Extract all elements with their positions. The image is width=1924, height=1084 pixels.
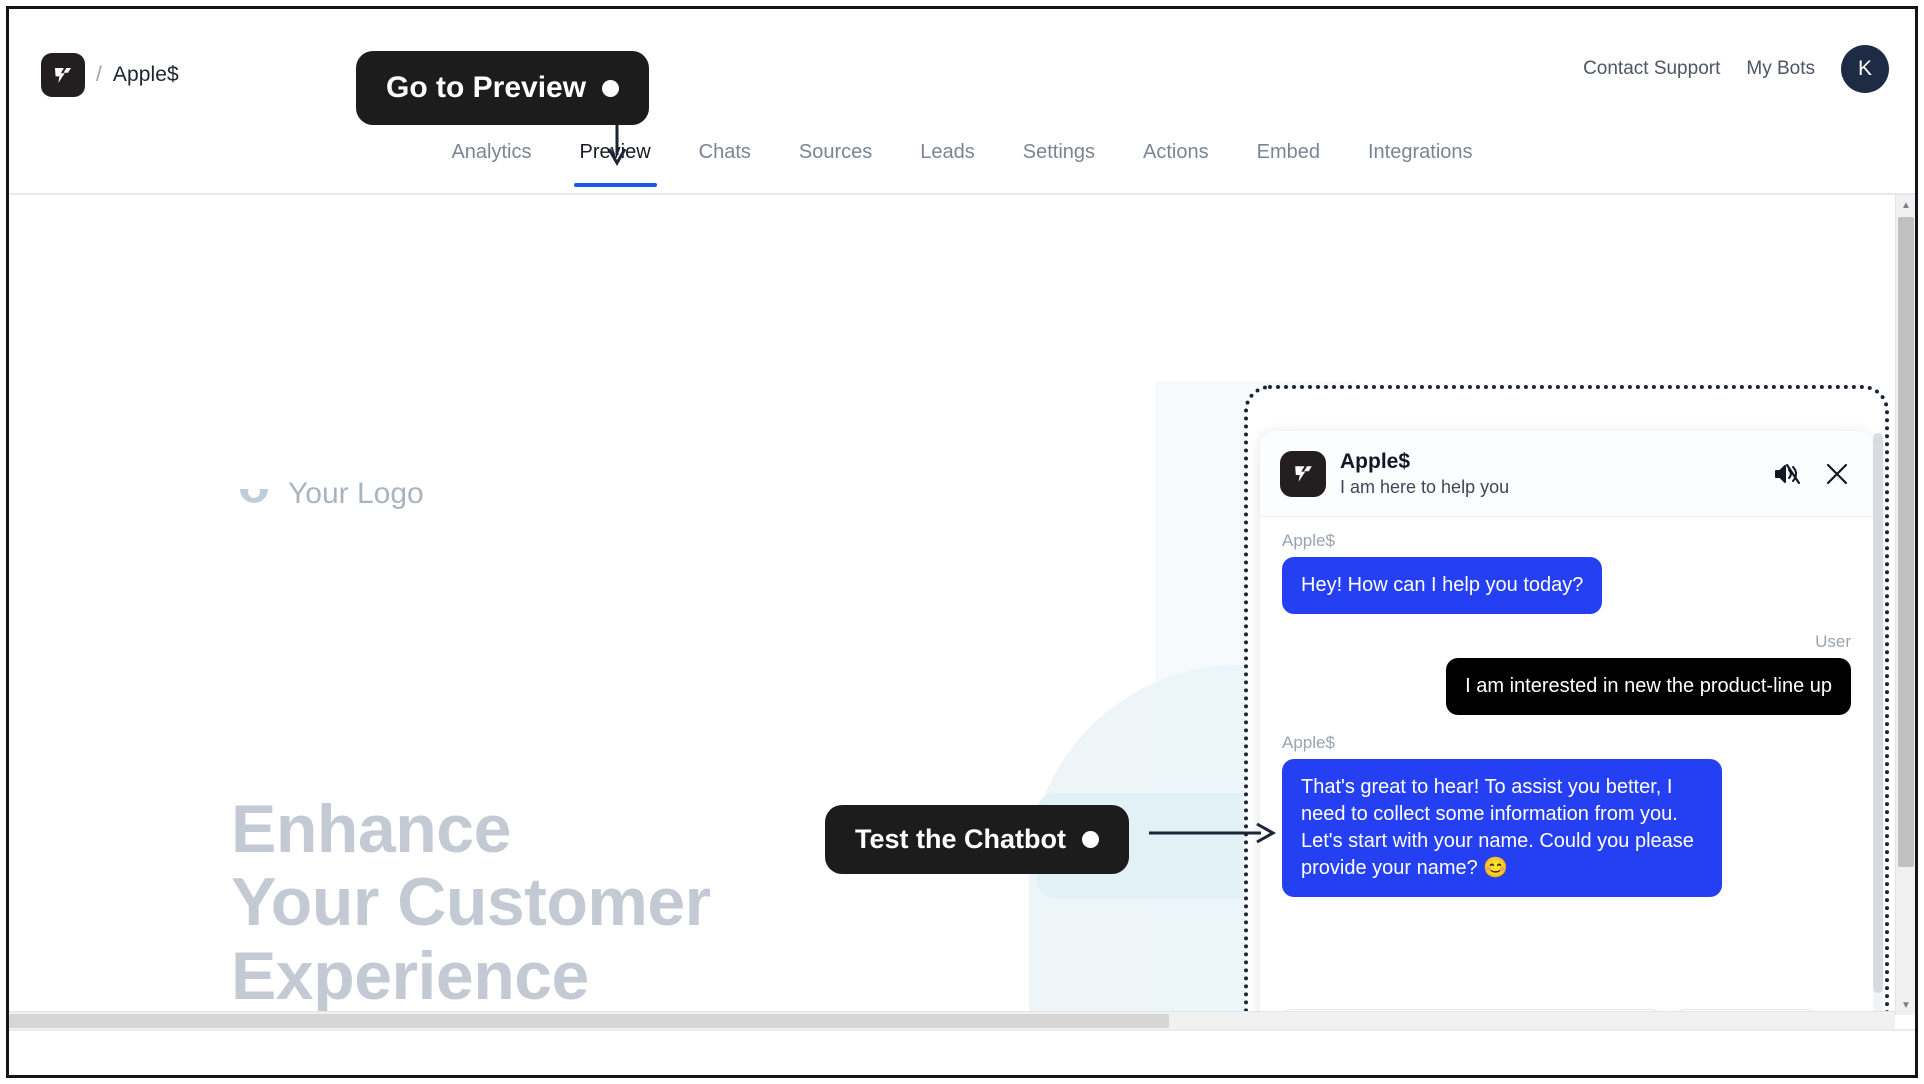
horizontal-scrollbar[interactable] bbox=[9, 1011, 1895, 1029]
chat-widget-scrollbar[interactable] bbox=[1873, 433, 1883, 1015]
water-drop-logo-icon bbox=[237, 477, 271, 511]
chat-widget-avatar-icon bbox=[1280, 450, 1326, 497]
app-window: / Apple$ Contact Support My Bots K Analy… bbox=[6, 6, 1918, 1078]
thinkstack-logo-icon[interactable] bbox=[41, 53, 85, 97]
callout-chatbot-label: Test the Chatbot bbox=[855, 824, 1066, 854]
callout-dot-icon bbox=[602, 79, 620, 97]
page-title: Enhance Your Customer Experience bbox=[231, 791, 711, 1014]
scroll-up-arrow-icon[interactable]: ▲ bbox=[1896, 195, 1915, 215]
chat-widget-title: Apple$ bbox=[1340, 449, 1411, 473]
tab-sources[interactable]: Sources bbox=[775, 141, 896, 193]
chat-message-sender: Apple$ bbox=[1282, 531, 1335, 550]
chat-widget-subtitle: I am here to help you bbox=[1340, 476, 1510, 497]
chat-message-sender: Apple$ bbox=[1282, 733, 1335, 752]
avatar[interactable]: K bbox=[1841, 45, 1889, 93]
scroll-down-arrow-icon[interactable]: ▼ bbox=[1896, 995, 1915, 1015]
breadcrumb-separator: / bbox=[96, 63, 102, 86]
tab-leads[interactable]: Leads bbox=[896, 141, 999, 193]
chat-message-sender: User bbox=[1815, 632, 1851, 651]
app-header: / Apple$ Contact Support My Bots K bbox=[9, 9, 1915, 119]
site-logo-text: Your Logo bbox=[288, 477, 424, 510]
my-bots-link[interactable]: My Bots bbox=[1746, 58, 1815, 80]
hero-line-2: Your Customer bbox=[231, 864, 711, 941]
chat-widget: Apple$ I am here to help you Apple$ Hey!… bbox=[1260, 431, 1873, 1015]
chat-message-list[interactable]: Apple$ Hey! How can I help you today? Us… bbox=[1260, 517, 1873, 1009]
hero-line-1: Enhance bbox=[231, 791, 511, 867]
primary-nav: Analytics Preview Chats Sources Leads Se… bbox=[9, 141, 1915, 193]
hero-line-3: Experience bbox=[231, 937, 589, 1014]
horizontal-scrollbar-thumb[interactable] bbox=[9, 1014, 1169, 1028]
tab-actions[interactable]: Actions bbox=[1119, 141, 1233, 193]
contact-support-link[interactable]: Contact Support bbox=[1583, 58, 1720, 80]
vertical-scrollbar-thumb[interactable] bbox=[1898, 217, 1914, 867]
chat-message: Apple$ Hey! How can I help you today? bbox=[1282, 531, 1851, 614]
breadcrumb-bot-name: Apple$ bbox=[112, 63, 179, 86]
chat-message-bubble: That's great to hear! To assist you bett… bbox=[1282, 759, 1722, 897]
preview-canvas: Your Logo Enhance Your Customer Experien… bbox=[9, 195, 1895, 1015]
window-bottom-strip bbox=[9, 1029, 1915, 1075]
tab-analytics[interactable]: Analytics bbox=[427, 141, 555, 193]
chat-widget-scrollbar-thumb[interactable] bbox=[1873, 433, 1883, 993]
chat-message-bubble: I am interested in new the product-line … bbox=[1446, 658, 1851, 715]
chat-message-bubble: Hey! How can I help you today? bbox=[1282, 557, 1603, 614]
close-icon[interactable] bbox=[1823, 460, 1851, 488]
speaker-muted-icon[interactable] bbox=[1773, 461, 1801, 487]
chat-widget-header: Apple$ I am here to help you bbox=[1260, 431, 1873, 517]
breadcrumb: / Apple$ bbox=[41, 53, 179, 97]
tab-settings[interactable]: Settings bbox=[999, 141, 1119, 193]
callout-dot-icon bbox=[1082, 831, 1099, 848]
callout-preview-label: Go to Preview bbox=[386, 71, 587, 104]
callout-go-to-preview: Go to Preview bbox=[356, 51, 650, 125]
site-logo: Your Logo bbox=[237, 477, 424, 511]
chat-message: User I am interested in new the product-… bbox=[1282, 632, 1851, 715]
callout-test-the-chatbot: Test the Chatbot bbox=[825, 805, 1129, 874]
callout-arrow-chatbot bbox=[1149, 822, 1277, 844]
header-actions: Contact Support My Bots K bbox=[1583, 45, 1889, 93]
chat-message: Apple$ That's great to hear! To assist y… bbox=[1282, 733, 1851, 897]
tab-chats[interactable]: Chats bbox=[675, 141, 775, 193]
vertical-scrollbar[interactable]: ▲ ▼ bbox=[1895, 195, 1915, 1015]
chat-widget-highlight: Apple$ I am here to help you Apple$ Hey!… bbox=[1244, 385, 1889, 1015]
tab-integrations[interactable]: Integrations bbox=[1344, 141, 1497, 193]
tab-embed[interactable]: Embed bbox=[1233, 141, 1344, 193]
